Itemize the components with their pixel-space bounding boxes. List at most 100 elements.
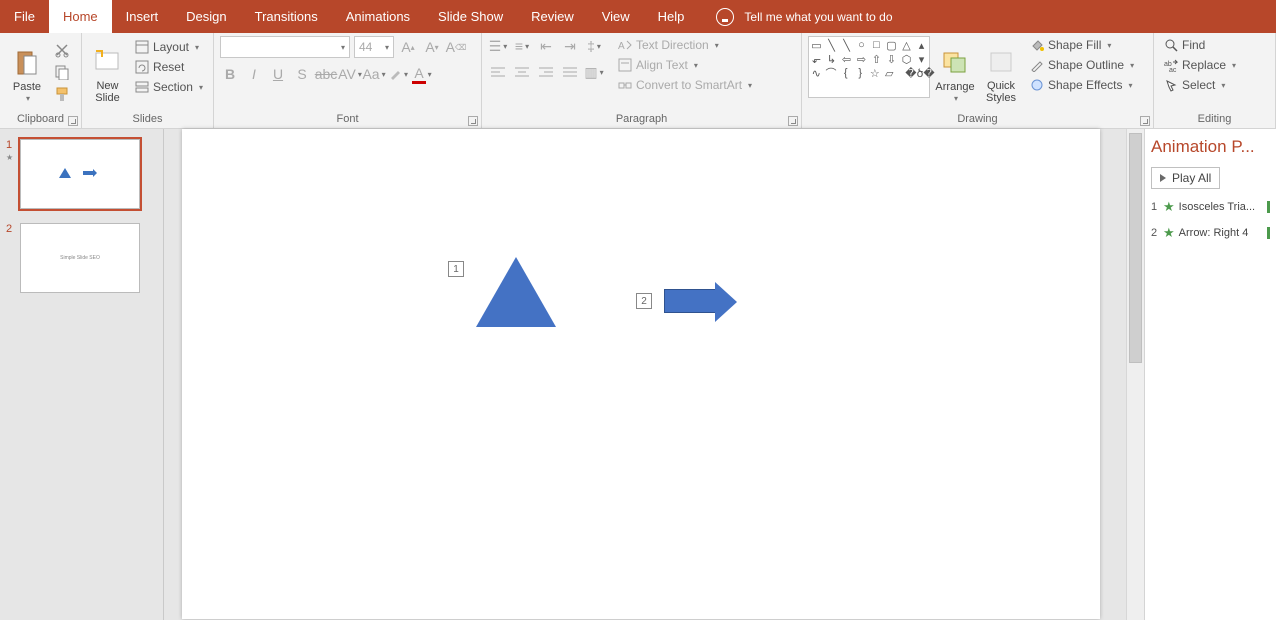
shadow-button[interactable]: S	[292, 64, 312, 84]
slide[interactable]: 1 2	[182, 129, 1100, 619]
thumb-preview-2: Simple Slide SEO	[20, 223, 140, 293]
align-text-button[interactable]: Align Text▾	[614, 56, 756, 74]
change-case-button[interactable]: Aa▾	[364, 64, 384, 84]
justify-button[interactable]	[560, 62, 580, 82]
tab-view[interactable]: View	[588, 0, 644, 33]
format-painter-icon[interactable]	[52, 84, 72, 104]
scrollbar-thumb[interactable]	[1129, 133, 1142, 363]
clear-format-icon[interactable]: A⌫	[446, 37, 466, 57]
anim-index: 2	[1151, 227, 1159, 239]
caret-icon: ▾	[26, 95, 30, 104]
shapes-gallery[interactable]: ▭ ╲ ╲ ○ □ ▢ △ ▴ ⬐ ↳ ⇦ ⇨ ⇧ ⇩ ⬡ ▾	[808, 36, 930, 98]
animation-tag-2[interactable]: 2	[636, 293, 652, 309]
thumbnail-1[interactable]: 1 ★	[6, 139, 153, 209]
vertical-scrollbar[interactable]	[1126, 129, 1144, 620]
pen-icon	[1030, 58, 1044, 72]
align-left-button[interactable]	[488, 62, 508, 82]
gallery-more-icon[interactable]: �ծ�	[913, 67, 927, 79]
highlight-button[interactable]: ▾	[388, 64, 408, 84]
group-slides: New Slide Layout▾ Reset Section▾ Slides	[82, 33, 214, 128]
tab-animations[interactable]: Animations	[332, 0, 424, 33]
tab-review[interactable]: Review	[517, 0, 588, 33]
decrease-indent-button[interactable]: ⇤	[536, 36, 556, 56]
tell-me-search[interactable]: Tell me what you want to do	[716, 0, 892, 33]
animation-item-2[interactable]: 2 ★ Arrow: Right 4	[1151, 225, 1270, 241]
play-all-button[interactable]: Play All	[1151, 167, 1220, 189]
numbering-button[interactable]: ≡▾	[512, 36, 532, 56]
new-slide-icon	[91, 46, 123, 78]
shape-tri-icon: △	[901, 39, 912, 51]
tab-file[interactable]: File	[0, 0, 49, 33]
ribbon: Paste ▾ Clipboard New Slide	[0, 33, 1276, 129]
triangle-shape[interactable]	[476, 257, 556, 327]
mini-triangle-icon	[59, 168, 71, 178]
quick-styles-button[interactable]: Quick Styles	[980, 36, 1022, 104]
play-all-label: Play All	[1172, 171, 1211, 185]
shape-callout-icon: ▱	[884, 67, 895, 79]
dialog-launcher-icon[interactable]	[468, 116, 478, 126]
animation-item-1[interactable]: 1 ★ Isosceles Tria...	[1151, 199, 1270, 215]
select-button[interactable]: Select▾	[1160, 76, 1240, 94]
increase-indent-button[interactable]: ⇥	[560, 36, 580, 56]
columns-button[interactable]: ▥▾	[584, 62, 604, 82]
align-center-button[interactable]	[512, 62, 532, 82]
group-label-font: Font	[214, 110, 481, 128]
replace-button[interactable]: abac Replace▾	[1160, 56, 1240, 74]
shape-outline-button[interactable]: Shape Outline▾	[1026, 56, 1138, 74]
align-right-button[interactable]	[536, 62, 556, 82]
line-spacing-button[interactable]: ‡▾	[584, 36, 604, 56]
font-size-combo[interactable]: 44▾	[354, 36, 394, 58]
bullets-button[interactable]: ☰▾	[488, 36, 508, 56]
char-spacing-button[interactable]: AV▾	[340, 64, 360, 84]
dialog-launcher-icon[interactable]	[1140, 116, 1150, 126]
tab-design[interactable]: Design	[172, 0, 240, 33]
tab-slideshow[interactable]: Slide Show	[424, 0, 517, 33]
dialog-launcher-icon[interactable]	[68, 116, 78, 126]
shape-square-icon: □	[871, 39, 882, 51]
shape-effects-button[interactable]: Shape Effects▾	[1026, 76, 1138, 94]
font-name-combo[interactable]: ▾	[220, 36, 350, 58]
workspace: 1 ★ 2 Simple Slide SEO 1 2	[0, 129, 1276, 620]
text-direction-button[interactable]: A Text Direction▾	[614, 36, 756, 54]
find-button[interactable]: Find	[1160, 36, 1240, 54]
animation-indicator-icon: ★	[6, 153, 16, 162]
right-arrow-shape[interactable]	[664, 289, 716, 313]
tab-insert[interactable]: Insert	[112, 0, 173, 33]
shape-fill-button[interactable]: Shape Fill▾	[1026, 36, 1138, 54]
shape-arr4-icon: ⇨	[856, 53, 867, 65]
font-color-button[interactable]: A▾	[412, 64, 432, 84]
reset-button[interactable]: Reset	[131, 58, 207, 76]
shape-hex-icon: ⬡	[901, 53, 912, 65]
bold-button[interactable]: B	[220, 64, 240, 84]
scroll-dn-icon[interactable]: ▾	[916, 53, 927, 65]
smartart-button[interactable]: Convert to SmartArt▾	[614, 76, 756, 94]
group-label-paragraph: Paragraph	[482, 110, 801, 128]
entrance-star-icon: ★	[1163, 199, 1175, 215]
section-button[interactable]: Section▾	[131, 78, 207, 96]
decrease-font-icon[interactable]: A▾	[422, 37, 442, 57]
layout-button[interactable]: Layout▾	[131, 38, 207, 56]
thumb-text: Simple Slide SEO	[60, 255, 100, 261]
increase-font-icon[interactable]: A▴	[398, 37, 418, 57]
scroll-up-icon[interactable]: ▴	[916, 39, 927, 51]
lightbulb-icon	[716, 8, 734, 26]
tab-transitions[interactable]: Transitions	[241, 0, 332, 33]
tab-home[interactable]: Home	[49, 0, 112, 33]
tab-help[interactable]: Help	[644, 0, 699, 33]
copy-icon[interactable]	[52, 62, 72, 82]
shape-curve-icon: ∿	[811, 67, 822, 79]
arrange-button[interactable]: Arrange▾	[934, 36, 976, 104]
shape-arr6-icon: ⇩	[886, 53, 897, 65]
cut-icon[interactable]	[52, 40, 72, 60]
strike-button[interactable]: abc	[316, 64, 336, 84]
underline-button[interactable]: U	[268, 64, 288, 84]
animation-tag-1[interactable]: 1	[448, 261, 464, 277]
paste-icon	[11, 47, 43, 79]
thumbnail-2[interactable]: 2 Simple Slide SEO	[6, 223, 153, 293]
new-slide-button[interactable]: New Slide	[88, 36, 127, 104]
italic-button[interactable]: I	[244, 64, 264, 84]
paste-button[interactable]: Paste ▾	[6, 36, 48, 104]
dialog-launcher-icon[interactable]	[788, 116, 798, 126]
layout-icon	[135, 40, 149, 54]
mini-arrow-icon	[83, 171, 93, 175]
